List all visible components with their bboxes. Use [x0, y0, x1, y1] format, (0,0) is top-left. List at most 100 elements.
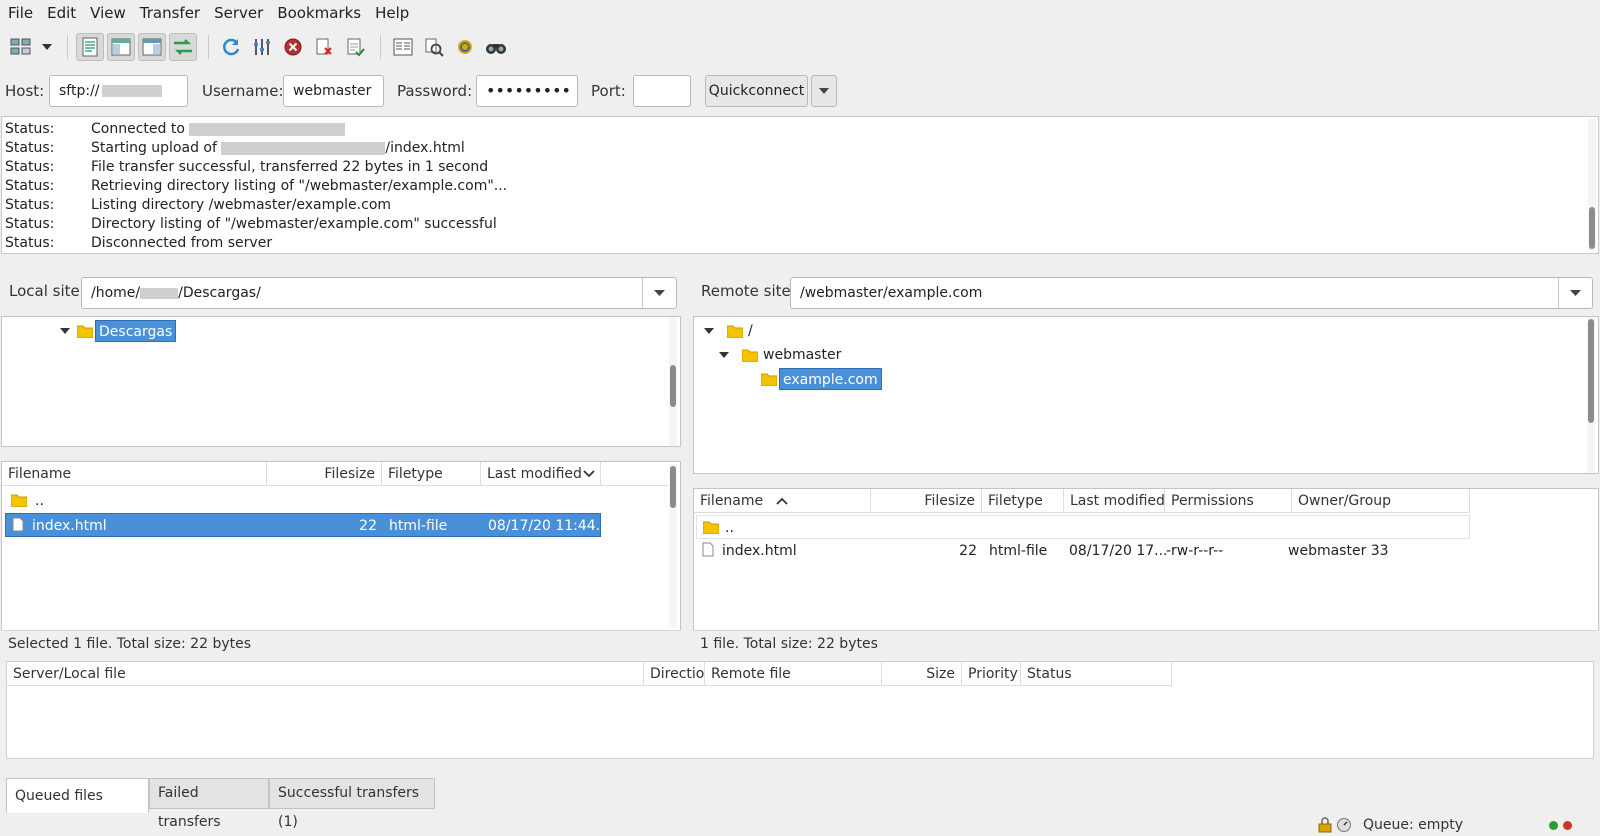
- column-filename[interactable]: Filename: [2, 462, 267, 486]
- file-icon: [702, 542, 714, 557]
- column-permissions[interactable]: Permissions: [1165, 489, 1292, 513]
- refresh-icon[interactable]: [217, 33, 245, 61]
- username-label: Username:: [202, 82, 284, 100]
- process-queue-icon[interactable]: [248, 33, 276, 61]
- dropdown-arrow-icon[interactable]: [38, 33, 56, 61]
- activity-led-green: [1549, 821, 1558, 830]
- folder-icon: [742, 349, 758, 362]
- chevron-down-icon[interactable]: [1558, 278, 1592, 308]
- folder-icon: [77, 325, 93, 338]
- toolbar-separator: [67, 35, 68, 59]
- synchronized-browsing-icon[interactable]: [451, 33, 479, 61]
- menu-server[interactable]: Server: [207, 0, 270, 27]
- list-item[interactable]: ..: [5, 489, 601, 513]
- local-path-combo[interactable]: /home//Descargas/: [81, 277, 677, 309]
- tab-successful-transfers[interactable]: Successful transfers (1): [269, 778, 435, 830]
- tree-node-example-com[interactable]: example.com: [761, 368, 882, 390]
- message-log[interactable]: Status: Connected to Status: Starting uplo…: [1, 116, 1599, 254]
- column-last-modified[interactable]: Last modified: [481, 462, 601, 486]
- list-item[interactable]: ..: [696, 515, 1470, 539]
- tree-node-label: /: [748, 323, 753, 339]
- column-last-modified[interactable]: Last modified: [1064, 489, 1165, 513]
- scrollbar-thumb[interactable]: [670, 466, 676, 508]
- log-row: Status: Starting upload of /index.html: [5, 139, 465, 158]
- remote-tree-scrollbar[interactable]: [1587, 317, 1595, 473]
- list-item[interactable]: index.html 22 html-file 08/17/20 11:44..…: [5, 513, 602, 537]
- toolbar: [0, 30, 1600, 64]
- toggle-message-log-icon[interactable]: [76, 33, 104, 61]
- column-filesize[interactable]: Filesize: [267, 462, 382, 486]
- toggle-local-tree-icon[interactable]: [107, 33, 135, 61]
- port-input[interactable]: [633, 75, 691, 107]
- remote-directory-tree[interactable]: / webmaster example.com: [693, 316, 1599, 474]
- file-name-cell: ..: [697, 516, 873, 540]
- redacted-block: [189, 122, 346, 136]
- host-label: Host:: [5, 82, 45, 100]
- column-size[interactable]: Size: [882, 662, 962, 686]
- column-filetype[interactable]: Filetype: [382, 462, 481, 486]
- column-filetype[interactable]: Filetype: [982, 489, 1064, 513]
- speed-limit-icon[interactable]: [1336, 817, 1352, 833]
- site-manager-icon[interactable]: [7, 33, 35, 61]
- toolbar-separator: [380, 35, 381, 59]
- column-owner-group[interactable]: Owner/Group: [1292, 489, 1470, 513]
- column-filename[interactable]: Filename: [694, 489, 871, 513]
- local-status-text: Selected 1 file. Total size: 22 bytes: [1, 630, 681, 656]
- reconnect-icon[interactable]: [341, 33, 369, 61]
- toggle-remote-tree-icon[interactable]: [138, 33, 166, 61]
- menu-bookmarks[interactable]: Bookmarks: [270, 0, 368, 27]
- log-scrollbar[interactable]: [1588, 119, 1596, 251]
- menu-file[interactable]: File: [1, 0, 40, 27]
- column-server-local-file[interactable]: Server/Local file: [7, 662, 644, 686]
- quickconnect-button[interactable]: Quickconnect: [705, 75, 808, 107]
- transfer-queue[interactable]: Server/Local file Directio Remote file S…: [6, 661, 1594, 759]
- queue-header: Server/Local file Directio Remote file S…: [7, 662, 1172, 686]
- chevron-down-icon[interactable]: [642, 278, 676, 308]
- column-status[interactable]: Status: [1021, 662, 1172, 686]
- username-input[interactable]: webmaster: [283, 75, 384, 107]
- scrollbar-thumb[interactable]: [1588, 319, 1594, 423]
- local-list-scrollbar[interactable]: [669, 464, 677, 627]
- column-remote-file[interactable]: Remote file: [705, 662, 882, 686]
- local-site-label: Local site:: [9, 282, 85, 300]
- directory-comparison-icon[interactable]: [389, 33, 417, 61]
- log-message: Starting upload of: [91, 140, 222, 156]
- tab-queued-files[interactable]: Queued files: [6, 778, 149, 813]
- port-label: Port:: [591, 82, 626, 100]
- scrollbar-thumb[interactable]: [670, 365, 676, 407]
- local-directory-tree[interactable]: Descargas: [1, 316, 681, 447]
- quickconnect-dropdown-button[interactable]: [811, 75, 837, 107]
- remote-path-combo[interactable]: /webmaster/example.com: [790, 277, 1593, 309]
- cancel-icon[interactable]: [279, 33, 307, 61]
- folder-icon: [727, 325, 743, 338]
- menu-help[interactable]: Help: [368, 0, 416, 27]
- folder-icon: [761, 373, 777, 386]
- search-remote-icon[interactable]: [482, 33, 510, 61]
- menu-transfer[interactable]: Transfer: [133, 0, 207, 27]
- menu-bar: File Edit View Transfer Server Bookmarks…: [0, 0, 1600, 27]
- column-priority[interactable]: Priority: [962, 662, 1021, 686]
- menu-edit[interactable]: Edit: [40, 0, 83, 27]
- column-filesize[interactable]: Filesize: [871, 489, 982, 513]
- log-message: Connected to: [91, 121, 190, 137]
- scrollbar-thumb[interactable]: [1589, 207, 1595, 249]
- tree-node-root[interactable]: /: [704, 320, 756, 342]
- tree-node-webmaster[interactable]: webmaster: [719, 344, 844, 366]
- password-input[interactable]: •••••••••: [476, 75, 578, 107]
- remote-file-list[interactable]: Filename Filesize Filetype Last modified…: [693, 488, 1599, 632]
- tree-node-descargas[interactable]: Descargas: [60, 320, 177, 342]
- expanded-caret-icon: [704, 328, 714, 334]
- local-file-list[interactable]: Filename Filesize Filetype Last modified…: [1, 461, 681, 632]
- column-direction[interactable]: Directio: [644, 662, 705, 686]
- host-input[interactable]: sftp://: [49, 75, 188, 107]
- local-tree-scrollbar[interactable]: [669, 317, 677, 446]
- disconnect-icon[interactable]: [310, 33, 338, 61]
- log-key: Status:: [5, 235, 55, 251]
- menu-view[interactable]: View: [83, 0, 133, 27]
- toggle-transfer-queue-icon[interactable]: [169, 33, 197, 61]
- filter-icon[interactable]: [420, 33, 448, 61]
- file-modified-cell: 08/17/20 11:44...: [488, 518, 602, 534]
- list-item[interactable]: index.html 22 html-file 08/17/20 17... -…: [696, 539, 1470, 563]
- tab-failed-transfers[interactable]: Failed transfers: [149, 778, 269, 830]
- quickconnect-bar: Host: sftp:// Username: webmaster Passwo…: [0, 73, 1600, 109]
